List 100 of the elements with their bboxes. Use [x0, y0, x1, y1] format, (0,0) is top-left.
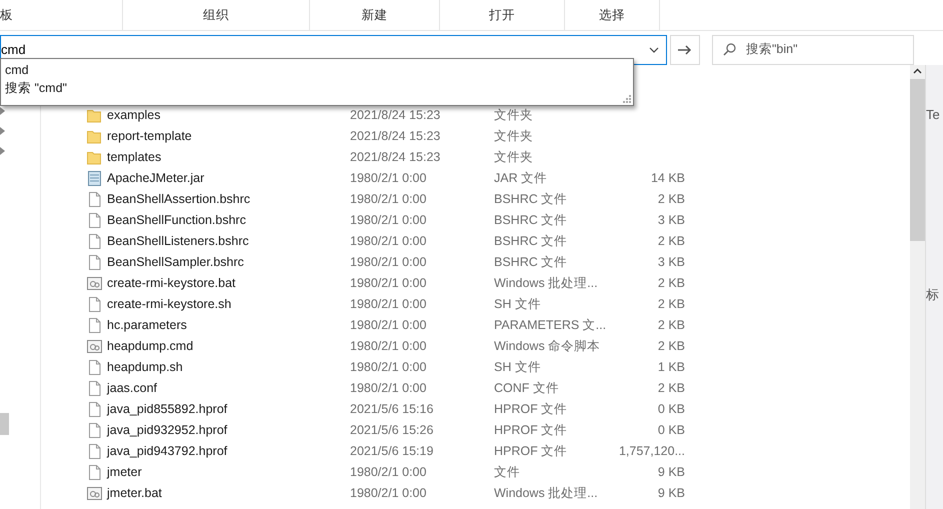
date-modified: 1980/2/1 0:00	[350, 191, 428, 208]
background-window-text: 标	[926, 286, 940, 304]
file-type: BSHRC 文件	[494, 233, 568, 250]
file-name[interactable]: create-rmi-keystore.sh	[105, 295, 350, 314]
file-size: 2 KB	[656, 338, 685, 356]
file-icon	[87, 213, 102, 228]
date-modified: 2021/5/6 15:19	[350, 443, 434, 460]
file-type: 文件夹	[494, 149, 534, 166]
file-icon	[87, 423, 102, 438]
date-modified: 2021/8/24 15:23	[350, 149, 442, 166]
file-type: BSHRC 文件	[494, 254, 568, 272]
file-type: Windows 批处理...	[494, 485, 599, 502]
date-modified: 1980/2/1 0:00	[350, 338, 428, 356]
file-size: 2 KB	[656, 317, 685, 334]
file-name[interactable]: hc.parameters	[105, 316, 350, 335]
file-size: 3 KB	[656, 212, 685, 230]
file-name[interactable]: heapdump.sh	[105, 358, 350, 377]
file-type: BSHRC 文件	[494, 212, 568, 230]
expand-arrow-icon	[0, 127, 5, 135]
script-file-icon	[87, 276, 102, 291]
file-name[interactable]: ApacheJMeter.jar	[105, 169, 350, 188]
file-name[interactable]: BeanShellAssertion.bshrc	[105, 190, 350, 209]
file-size: 9 KB	[656, 485, 685, 502]
file-name[interactable]: BeanShellFunction.bshrc	[105, 211, 350, 230]
file-name[interactable]: templates	[105, 148, 350, 167]
scrollbar-thumb[interactable]	[910, 79, 925, 241]
file-size: 0 KB	[656, 401, 685, 418]
folder-icon	[87, 108, 102, 123]
date-modified: 1980/2/1 0:00	[350, 212, 428, 230]
expand-arrow-icon	[0, 107, 5, 115]
ribbon-group-label: 板	[0, 7, 13, 24]
file-type: HPROF 文件	[494, 443, 568, 460]
date-modified: 1980/2/1 0:00	[350, 233, 428, 250]
file-name[interactable]: create-rmi-keystore.bat	[105, 274, 350, 293]
address-field[interactable]: cmd	[1, 36, 649, 62]
file-type: JAR 文件	[494, 170, 548, 188]
resize-grip-icon	[623, 95, 631, 103]
file-icon	[87, 465, 102, 480]
date-modified: 2021/5/6 15:26	[350, 422, 434, 440]
file-type: HPROF 文件	[494, 401, 568, 418]
file-name[interactable]: BeanShellListeners.bshrc	[105, 232, 350, 251]
expand-arrow-icon	[0, 147, 5, 155]
ribbon-group-label: 新建	[362, 7, 388, 24]
file-size: 2 KB	[656, 380, 685, 398]
chevron-down-icon	[649, 46, 659, 52]
file-size: 1 KB	[656, 359, 685, 376]
file-type: SH 文件	[494, 296, 542, 314]
file-size: 14 KB	[650, 170, 685, 188]
file-name[interactable]: BeanShellSampler.bshrc	[105, 253, 350, 272]
date-modified: 2021/5/6 15:16	[350, 401, 434, 418]
search-box[interactable]: 搜索"bin"	[712, 34, 914, 64]
jar-file-icon	[87, 171, 102, 186]
file-icon	[87, 381, 102, 396]
file-name[interactable]: examples	[105, 106, 350, 125]
file-icon	[87, 402, 102, 417]
file-size: 2 KB	[656, 191, 685, 208]
file-size: 0 KB	[656, 422, 685, 440]
script-file-icon	[87, 486, 102, 501]
file-size: 9 KB	[656, 464, 685, 482]
arrow-right-icon	[678, 44, 692, 54]
folder-icon	[87, 129, 102, 144]
go-button[interactable]	[670, 34, 700, 64]
file-type: 文件夹	[494, 107, 534, 124]
date-modified: 2021/8/24 15:23	[350, 128, 442, 146]
folder-icon	[87, 150, 102, 165]
date-modified: 1980/2/1 0:00	[350, 254, 428, 272]
file-icon	[87, 360, 102, 375]
date-modified: 1980/2/1 0:00	[350, 317, 428, 334]
file-name[interactable]: jmeter	[105, 463, 350, 482]
file-size: 3 KB	[656, 254, 685, 272]
ribbon-group-label: 组织	[203, 7, 229, 24]
suggestion-item[interactable]: 搜索 "cmd"	[5, 79, 629, 97]
file-name[interactable]: java_pid943792.hprof	[105, 442, 350, 461]
file-type: BSHRC 文件	[494, 191, 568, 208]
date-modified: 1980/2/1 0:00	[350, 485, 428, 502]
file-name[interactable]: java_pid855892.hprof	[105, 400, 350, 419]
date-modified: 2021/8/24 15:23	[350, 107, 442, 124]
file-name[interactable]: jaas.conf	[105, 379, 350, 398]
scrollbar-thumb[interactable]	[0, 413, 9, 435]
file-name[interactable]: java_pid932952.hprof	[105, 421, 350, 440]
file-type: SH 文件	[494, 359, 542, 376]
ribbon-group-label: 打开	[489, 7, 515, 24]
file-type: Windows 命令脚本	[494, 338, 602, 356]
date-modified: 1980/2/1 0:00	[350, 464, 428, 482]
date-modified: 1980/2/1 0:00	[350, 275, 428, 292]
file-name[interactable]: heapdump.cmd	[105, 337, 350, 356]
file-name[interactable]: report-template	[105, 127, 350, 146]
file-type: PARAMETERS 文...	[494, 317, 608, 334]
file-size: 2 KB	[656, 233, 685, 250]
file-name[interactable]: jmeter.bat	[105, 484, 350, 503]
file-size: 2 KB	[656, 275, 685, 292]
date-modified: 1980/2/1 0:00	[350, 380, 428, 398]
file-icon	[87, 234, 102, 249]
file-size: 2 KB	[656, 296, 685, 314]
file-icon	[87, 318, 102, 333]
file-icon	[87, 255, 102, 270]
file-size: 1,757,120...	[618, 443, 685, 460]
date-modified: 1980/2/1 0:00	[350, 359, 428, 376]
file-icon	[87, 297, 102, 312]
script-file-icon	[87, 339, 102, 354]
